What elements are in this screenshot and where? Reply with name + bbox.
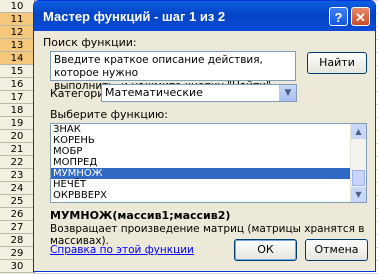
row-header[interactable]: 21	[0, 143, 34, 156]
help-link[interactable]: Справка по этой функции	[50, 244, 194, 256]
list-scrollbar[interactable]: ▲ ▼	[350, 124, 366, 202]
row-header[interactable]: 13	[0, 39, 34, 52]
search-text-line-1: Введите краткое описание действия, котор…	[54, 54, 263, 79]
row-header[interactable]: 23	[0, 169, 34, 182]
row-header[interactable]: 30	[0, 260, 34, 273]
function-list-label: Выберите функцию:	[50, 108, 168, 121]
scroll-thumb[interactable]	[352, 170, 365, 186]
row-header[interactable]: 20	[0, 130, 34, 143]
close-button[interactable]: ✕	[351, 7, 370, 26]
scroll-down-icon[interactable]: ▼	[351, 187, 366, 202]
row-header[interactable]: 22	[0, 156, 34, 169]
search-label: Поиск функции:	[43, 36, 137, 49]
category-select[interactable]: Математические ▼	[101, 84, 297, 102]
row-header[interactable]: 16	[0, 78, 34, 91]
title-bar[interactable]: Мастер функций - шаг 1 из 2 ? ✕	[34, 1, 375, 31]
search-input[interactable]: Введите краткое описание действия, котор…	[50, 51, 296, 92]
help-button[interactable]: ?	[329, 7, 348, 26]
row-header[interactable]: 27	[0, 221, 34, 234]
dialog-title: Мастер функций - шаг 1 из 2	[43, 9, 226, 24]
function-wizard-dialog: Мастер функций - шаг 1 из 2 ? ✕ Поиск фу…	[33, 0, 376, 272]
scroll-up-icon[interactable]: ▲	[351, 124, 366, 139]
row-header[interactable]: 19	[0, 117, 34, 130]
row-header[interactable]: 15	[0, 65, 34, 78]
list-item[interactable]: ОКРВВЕРХ	[51, 190, 366, 201]
cancel-button[interactable]: Отмена	[305, 239, 368, 261]
list-item[interactable]: НЕЧЁТ	[51, 179, 366, 190]
chevron-down-icon[interactable]: ▼	[279, 85, 296, 101]
list-item[interactable]: МОПРЕД	[51, 157, 366, 168]
row-header[interactable]: 14	[0, 52, 34, 65]
row-header[interactable]: 28	[0, 234, 34, 247]
list-item[interactable]: ЗНАК	[51, 124, 366, 135]
row-header[interactable]: 11	[0, 13, 34, 26]
row-header[interactable]: 10	[0, 0, 34, 13]
row-header[interactable]: 25	[0, 195, 34, 208]
function-list[interactable]: ЗНАК КОРЕНЬ МОБР МОПРЕД МУМНОЖ НЕЧЁТ ОКРВВЕРХ …	[50, 123, 367, 203]
category-value: Математические	[105, 86, 203, 99]
row-header[interactable]: 24	[0, 182, 34, 195]
row-header[interactable]: 29	[0, 247, 34, 260]
row-header[interactable]: 12	[0, 26, 34, 39]
row-header[interactable]: 26	[0, 208, 34, 221]
list-item[interactable]: МУМНОЖ	[51, 168, 366, 179]
list-item[interactable]: МОБР	[51, 146, 366, 157]
row-headers: 10 11 12 13 14 15 16 17 18 19 20 21 22 23 24 25 26 27 28 29…	[0, 0, 35, 274]
ok-button[interactable]: ОК	[234, 239, 297, 261]
find-button[interactable]: Найти	[307, 52, 367, 74]
list-item[interactable]: КОРЕНЬ	[51, 135, 366, 146]
row-header[interactable]: 18	[0, 104, 34, 117]
row-header[interactable]: 17	[0, 91, 34, 104]
function-signature: МУМНОЖ(массив1;массив2)	[50, 209, 231, 222]
